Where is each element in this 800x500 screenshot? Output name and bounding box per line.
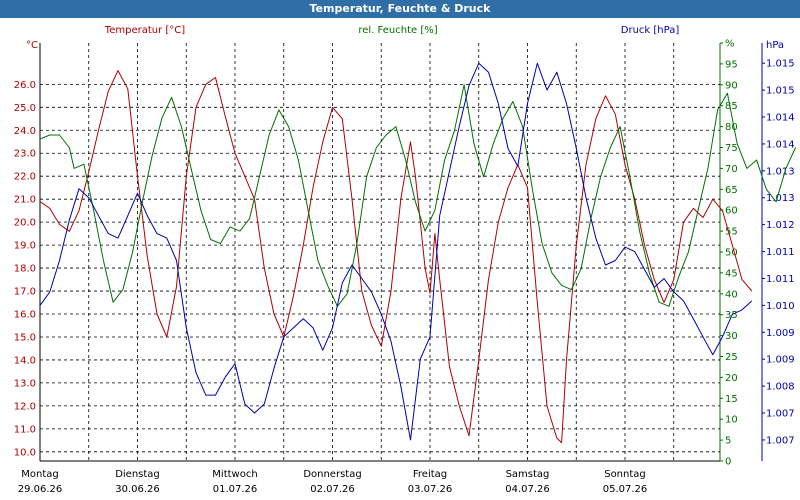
left-tick-label: 11.0 [14,424,36,435]
humidity-tick-label: 5 [725,436,731,447]
legend-pressure: Druck [hPa] [621,25,680,36]
x-tick-day: Freitag [413,469,447,480]
left-tick-label: 23.0 [14,149,36,160]
humidity-tick-label: 85 [725,101,738,112]
x-tick-day: Sonntag [604,469,646,480]
grid [39,43,763,462]
humidity-tick-label: 90 [725,80,738,91]
humidity-tick-label: 70 [725,164,738,175]
humidity-tick-label: 10 [725,415,738,426]
humidity-tick-label: 55 [725,227,738,238]
pressure-axis-unit: hPa [766,40,784,51]
left-tick-label: 19.0 [14,241,36,252]
x-tick-day: Donnerstag [303,469,361,480]
humidity-tick-label: 75 [725,143,738,154]
x-tick-day: Mittwoch [212,469,257,480]
x-tick-date: 04.07.26 [505,484,550,495]
left-axis: °C 10.0 11.0 12.0 13.0 14.0 15.0 16.0 17.0 18.0 1… [14,40,38,458]
x-tick-date: 29.06.26 [18,484,63,495]
left-tick-label: 15.0 [14,332,36,343]
pressure-tick-label: 1.015 [766,86,795,97]
left-tick-label: 14.0 [14,355,36,366]
legend-temperature: Temperatur [°C] [104,25,185,36]
legend-humidity: rel. Feuchte [%] [358,25,437,36]
window-title: Temperatur, Feuchte & Druck [0,0,800,18]
x-tick-date: 01.07.26 [213,484,258,495]
humidity-tick-label: 60 [725,206,738,217]
humidity-tick-label: 30 [725,331,738,342]
humidity-tick-label: 65 [725,185,738,196]
pressure-tick-label: 1.011 [766,247,795,258]
pressure-tick-label: 1.012 [766,220,795,231]
humidity-tick-label: 40 [725,289,738,300]
x-tick-date: 30.06.26 [115,484,160,495]
x-tick-day: Samstag [506,469,550,480]
humidity-tick-label: 95 [725,59,738,70]
humidity-tick-label: 45 [725,268,738,279]
pressure-tick-label: 1.015 [766,59,795,70]
left-tick-label: 20.0 [14,218,36,229]
pressure-tick-label: 1.009 [766,328,795,339]
left-tick-label: 26.0 [14,80,36,91]
left-tick-label: 17.0 [14,287,36,298]
left-tick-label: 18.0 [14,264,36,275]
left-tick-label: 21.0 [14,195,36,206]
humidity-tick-label: % [725,39,735,50]
humidity-tick-label: 20 [725,373,738,384]
humidity-tick-label: 80 [725,122,738,133]
x-tick-date: 03.07.26 [408,484,453,495]
left-tick-label: 25.0 [14,103,36,114]
pressure-tick-label: 1.010 [766,301,795,312]
pressure-tick-label: 1.014 [766,113,795,124]
humidity-tick-label: 25 [725,352,738,363]
left-tick-label: 22.0 [14,172,36,183]
pressure-tick-label: 1.008 [766,382,795,393]
chart: °C 10.0 11.0 12.0 13.0 14.0 15.0 16.0 17.0 18.0 1… [14,25,797,495]
humidity-tick-label: 0 [725,457,731,468]
pressure-tick-label: 1.013 [766,166,795,177]
pressure-tick-label: 1.007 [766,409,795,420]
left-tick-label: 13.0 [14,378,36,389]
x-tick-day: Montag [21,469,58,480]
left-tick-label: 10.0 [14,447,36,458]
pressure-tick-label: 1.011 [766,274,795,285]
left-tick-label: 24.0 [14,126,36,137]
pressure-tick-label: 1.009 [766,355,795,366]
pressure-axis: hPa 1.007 1.007 1.008 1.009 1.009 1.010 1.011 1… [762,40,795,446]
left-tick-label: 16.0 [14,310,36,321]
humidity-tick-label: 15 [725,394,738,405]
left-tick-label: 12.0 [14,401,36,412]
left-axis-unit: °C [26,40,38,51]
legend: Temperatur [°C] rel. Feuchte [%] Druck [… [104,25,680,36]
x-tick-date: 05.07.26 [603,484,648,495]
series-lines [39,62,797,444]
x-tick-day: Dienstag [115,469,160,480]
pressure-tick-label: 1.007 [766,435,795,446]
pressure-tick-label: 1.014 [766,139,795,150]
x-tick-date: 02.07.26 [310,484,355,495]
x-axis: Montag 29.06.26 Dienstag 30.06.26 Mittwoch 01… [18,469,648,495]
